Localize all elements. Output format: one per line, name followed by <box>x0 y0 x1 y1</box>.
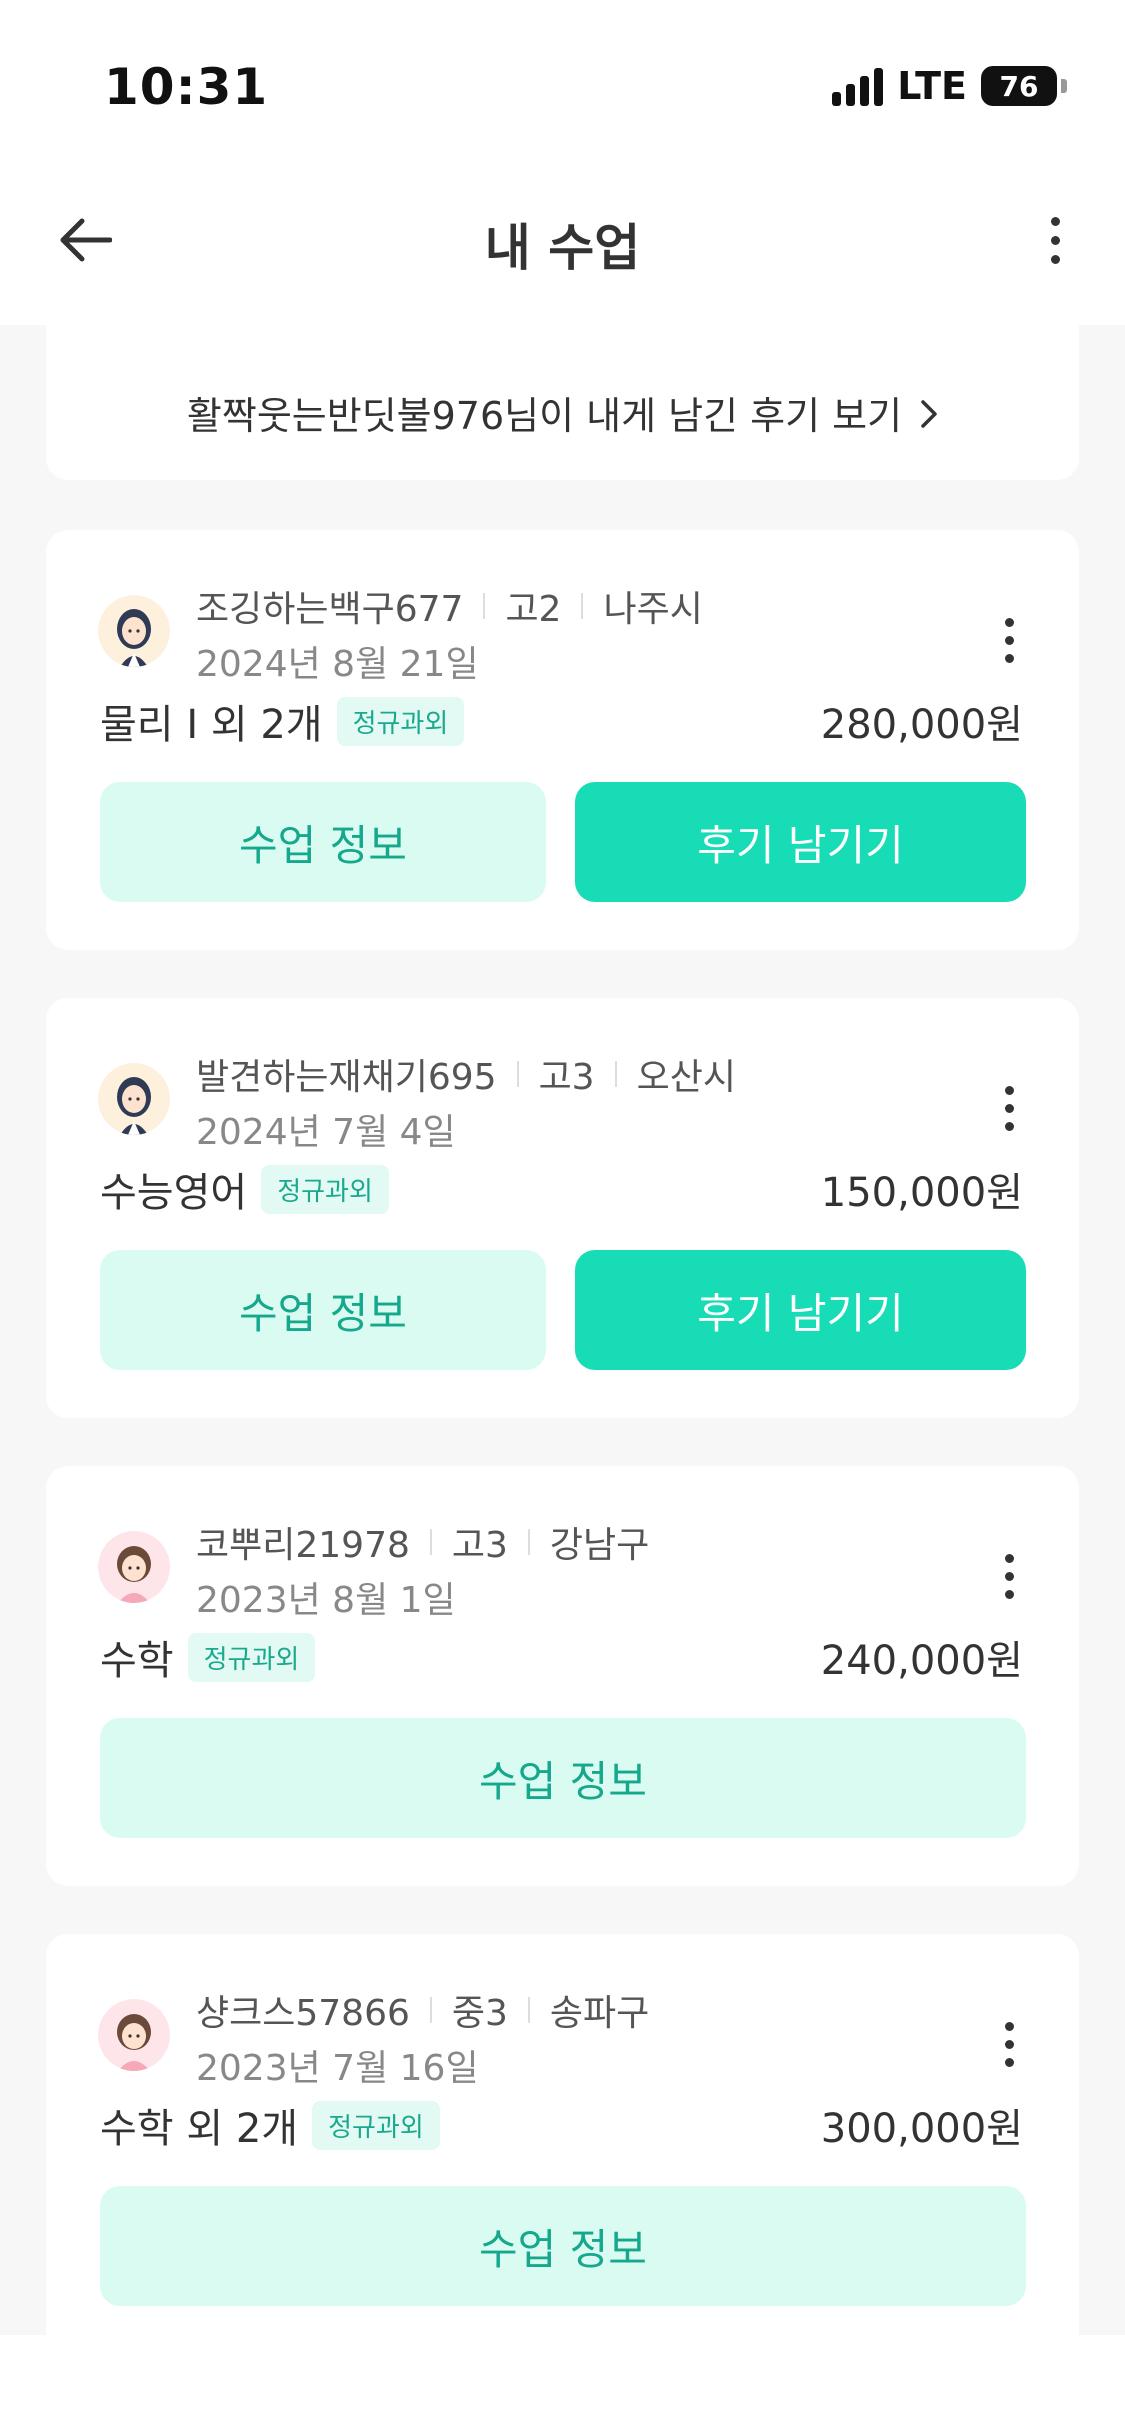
lesson-date: 2023년 8월 1일 <box>196 1580 456 1621</box>
status-time: 10:31 <box>104 58 269 116</box>
card-more-button[interactable] <box>989 1546 1029 1606</box>
lesson-type-badge: 정규과외 <box>336 696 465 746</box>
divider <box>581 593 584 619</box>
lesson-price: 300,000원 <box>820 2106 1023 2152</box>
student-region: 오산시 <box>636 1057 736 1098</box>
subject-line: 수능영어 정규과외 <box>100 1160 389 1218</box>
lesson-date: 2024년 8월 21일 <box>196 644 479 685</box>
nav-bar: 내 수업 <box>0 170 1125 325</box>
divider <box>483 593 486 619</box>
student-grade: 고3 <box>538 1057 595 1098</box>
lesson-card: 코뿌리21978 고3 강남구 2023년 8월 1일 수학 정규과외 240,… <box>46 1466 1079 1886</box>
write-review-button[interactable]: 후기 남기기 <box>575 782 1026 902</box>
more-dot-icon <box>1050 235 1060 245</box>
more-dot-icon <box>1004 2021 1014 2031</box>
more-dot-icon <box>1004 635 1014 645</box>
student-avatar <box>98 595 170 667</box>
review-link-label: 활짝웃는반딧불976님이 내게 남긴 후기 보기 <box>186 394 903 438</box>
divider <box>429 1997 432 2023</box>
student-name: 샹크스57866 <box>196 1993 410 2034</box>
card-more-button[interactable] <box>989 610 1029 670</box>
student-region: 강남구 <box>549 1525 650 1566</box>
more-dot-icon <box>1050 254 1060 264</box>
status-bar: 10:31 LTE 76 <box>0 0 1125 170</box>
divider <box>614 1061 617 1087</box>
more-dot-icon <box>1004 617 1014 627</box>
page-title: 내 수업 <box>484 219 641 277</box>
lesson-card: 발견하는재채기695 고3 오산시 2024년 7월 4일 수능영어 정규과외 … <box>46 998 1079 1418</box>
subject-line: 수학 외 2개 정규과외 <box>100 2096 440 2154</box>
lesson-type-badge: 정규과외 <box>261 1164 389 1214</box>
more-dot-icon <box>1004 2057 1014 2067</box>
divider <box>527 1529 530 1555</box>
divider <box>429 1529 432 1555</box>
network-label: LTE <box>897 64 967 108</box>
lesson-price: 150,000원 <box>820 1170 1023 1216</box>
lesson-price: 240,000원 <box>820 1638 1023 1684</box>
card-more-button[interactable] <box>989 2014 1029 2074</box>
lesson-info-button[interactable]: 수업 정보 <box>100 2186 1026 2306</box>
student-name: 코뿌리21978 <box>196 1525 410 1566</box>
lesson-type-badge: 정규과외 <box>187 1632 316 1682</box>
lesson-date: 2024년 7월 4일 <box>196 1112 456 1153</box>
student-name: 조깅하는백구677 <box>196 589 464 630</box>
lesson-info-button[interactable]: 수업 정보 <box>100 782 546 902</box>
more-dot-icon <box>1004 2039 1014 2049</box>
lesson-list[interactable]: 활짝웃는반딧불976님이 내게 남긴 후기 보기 조깅하는백구677 고2 나주… <box>0 325 1125 2335</box>
more-dot-icon <box>1004 1589 1014 1599</box>
card-more-button[interactable] <box>989 1078 1029 1138</box>
lesson-info-button[interactable]: 수업 정보 <box>100 1250 546 1370</box>
lesson-subject: 물리 I 외 2개 <box>100 702 323 748</box>
more-dot-icon <box>1004 1085 1014 1095</box>
student-avatar <box>98 1063 170 1135</box>
review-card: 활짝웃는반딧불976님이 내게 남긴 후기 보기 <box>46 325 1079 480</box>
more-dot-icon <box>1050 216 1060 226</box>
student-meta: 발견하는재채기695 고3 오산시 <box>196 1048 736 1100</box>
student-grade: 중3 <box>451 1993 508 2034</box>
battery-icon: 76 <box>981 66 1057 106</box>
lesson-subject: 수학 외 2개 <box>100 2106 299 2152</box>
bottom-safe-area <box>0 2335 1125 2436</box>
battery-level: 76 <box>999 69 1039 103</box>
status-indicators: LTE 76 <box>832 64 1067 108</box>
more-options-button[interactable] <box>1025 208 1085 272</box>
battery-cap <box>1061 79 1067 93</box>
subject-line: 수학 정규과외 <box>100 1628 316 1686</box>
subject-line: 물리 I 외 2개 정규과외 <box>100 692 465 750</box>
chevron-right-icon <box>920 394 938 438</box>
student-meta: 샹크스57866 중3 송파구 <box>196 1984 649 2036</box>
student-avatar <box>98 1531 170 1603</box>
student-meta: 조깅하는백구677 고2 나주시 <box>196 580 703 632</box>
signal-icon <box>832 66 884 106</box>
more-dot-icon <box>1004 1553 1014 1563</box>
student-name: 발견하는재채기695 <box>196 1057 497 1098</box>
student-grade: 고3 <box>451 1525 508 1566</box>
lesson-price: 280,000원 <box>820 702 1023 748</box>
lesson-subject: 수학 <box>100 1638 174 1684</box>
lesson-card: 샹크스57866 중3 송파구 2023년 7월 16일 수학 외 2개 정규과… <box>46 1934 1079 2335</box>
lesson-info-button[interactable]: 수업 정보 <box>100 1718 1026 1838</box>
more-dot-icon <box>1004 1121 1014 1131</box>
more-dot-icon <box>1004 1103 1014 1113</box>
student-avatar <box>98 1999 170 2071</box>
more-dot-icon <box>1004 1571 1014 1581</box>
lesson-type-badge: 정규과외 <box>312 2100 440 2150</box>
divider <box>516 1061 519 1087</box>
write-review-button[interactable]: 후기 남기기 <box>575 1250 1026 1370</box>
student-grade: 고2 <box>505 589 562 630</box>
lesson-date: 2023년 7월 16일 <box>196 2048 479 2089</box>
student-meta: 코뿌리21978 고3 강남구 <box>196 1516 649 1568</box>
more-dot-icon <box>1004 653 1014 663</box>
student-region: 송파구 <box>549 1993 650 2034</box>
divider <box>527 1997 530 2023</box>
lesson-card: 조깅하는백구677 고2 나주시 2024년 8월 21일 물리 I 외 2개 … <box>46 530 1079 950</box>
lesson-subject: 수능영어 <box>100 1170 248 1216</box>
review-link[interactable]: 활짝웃는반딧불976님이 내게 남긴 후기 보기 <box>46 385 1079 440</box>
student-region: 나주시 <box>603 589 703 630</box>
